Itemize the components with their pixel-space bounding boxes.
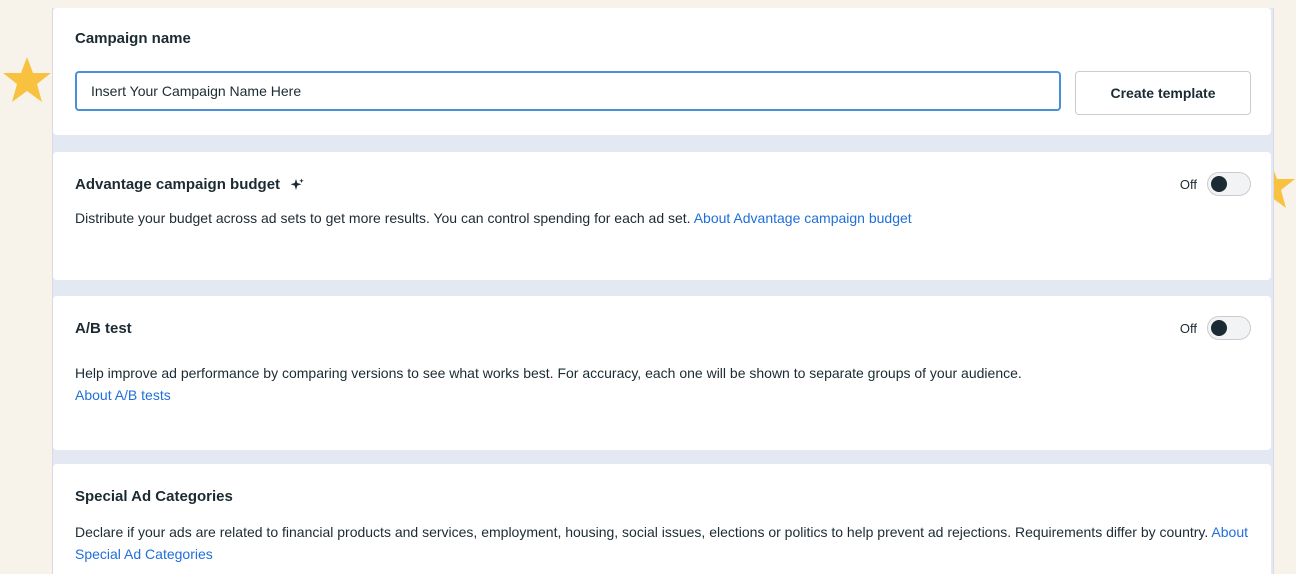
special-ad-categories-title: Special Ad Categories (75, 488, 233, 505)
campaign-settings-column: Campaign name Create template Advantage … (52, 8, 1274, 574)
ab-test-toggle-group: Off (1180, 316, 1251, 340)
advantage-budget-toggle-label: Off (1179, 176, 1197, 192)
star-icon (3, 57, 51, 102)
special-ad-categories-card: Special Ad Categories Declare if your ad… (53, 464, 1271, 574)
ab-test-title: A/B test (75, 320, 132, 337)
create-template-button[interactable]: Create template (1075, 71, 1251, 115)
about-advantage-budget-link[interactable]: About Advantage campaign budget (694, 210, 912, 226)
campaign-name-title: Campaign name (75, 30, 191, 47)
ab-test-description: Help improve ad performance by comparing… (75, 365, 1022, 381)
page: Campaign name Create template Advantage … (0, 0, 1296, 574)
advantage-budget-toggle[interactable] (1207, 172, 1251, 196)
ab-test-toggle-label: Off (1179, 320, 1197, 336)
advantage-budget-description-row: Distribute your budget across ad sets to… (75, 207, 1255, 229)
about-ab-tests-link[interactable]: About A/B tests (75, 387, 171, 403)
advantage-budget-title-row: Advantage campaign budget (75, 176, 305, 193)
campaign-name-input[interactable] (75, 71, 1061, 111)
special-ad-categories-description: Declare if your ads are related to finan… (75, 524, 1209, 540)
advantage-budget-description: Distribute your budget across ad sets to… (75, 210, 691, 226)
advantage-budget-toggle-group: Off (1180, 172, 1251, 196)
sparkle-icon (290, 178, 305, 191)
ab-test-card: A/B test Off Help improve ad performance… (53, 296, 1271, 450)
special-ad-categories-description-row: Declare if your ads are related to finan… (75, 521, 1255, 565)
ab-test-toggle[interactable] (1207, 316, 1251, 340)
advantage-budget-title: Advantage campaign budget (75, 176, 281, 193)
advantage-budget-card: Advantage campaign budget Off Distribute… (53, 152, 1271, 280)
ab-test-description-row: Help improve ad performance by comparing… (75, 362, 1255, 406)
toggle-knob (1211, 320, 1227, 336)
campaign-name-card: Campaign name Create template (53, 8, 1271, 135)
toggle-knob (1211, 176, 1227, 192)
